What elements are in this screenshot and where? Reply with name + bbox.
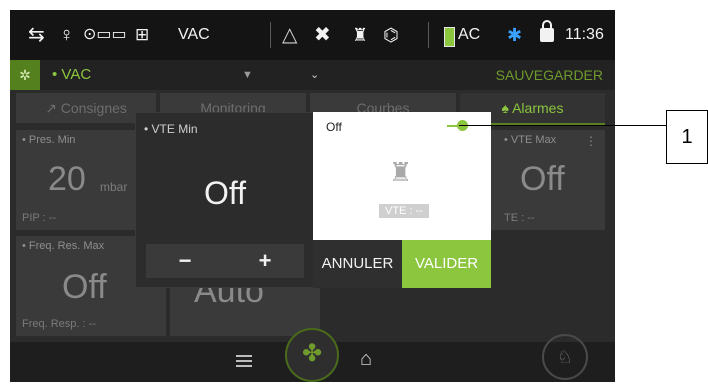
card-label: • Pres. Min (22, 134, 76, 146)
lungs-circuit-icon: ⇆ (28, 24, 45, 46)
card-label-text: VTE Max (510, 134, 557, 146)
unlock-icon[interactable] (540, 20, 554, 42)
status-mode: VAC (178, 26, 210, 43)
robot-icon[interactable]: ♜ (352, 10, 368, 60)
robot-icon: ♜ (389, 157, 413, 187)
more-vert-icon[interactable]: ⋮ (585, 134, 597, 148)
callout-number: 1 (666, 110, 708, 164)
decrement-button[interactable]: − (146, 244, 224, 278)
vte-min-popup: • VTE Min Off − + (135, 112, 315, 288)
mode-selector[interactable]: • VAC (52, 60, 91, 90)
popup-value: Off (203, 175, 247, 211)
card-label: • VTE Max (504, 134, 557, 146)
card-label: • Freq. Res. Max (22, 240, 105, 252)
vte-readout: VTE : -- (379, 204, 429, 218)
alarm-enable-dialog: Off ♜ VTE : -- (313, 112, 491, 240)
home-icon[interactable]: ⌂ (360, 348, 372, 371)
bluetooth-icon[interactable]: ✱ (507, 10, 522, 60)
tools-icon[interactable]: ✖ (314, 10, 331, 60)
status-divider (428, 22, 429, 48)
mode-selector-label: VAC (61, 66, 92, 83)
validate-button[interactable]: VALIDER (402, 240, 491, 288)
status-divider (270, 22, 271, 48)
card-value: Off (62, 268, 107, 306)
circuit-icon: ⊙▭▭ (83, 26, 127, 43)
chevron-down-icon[interactable]: ⌄ (310, 60, 319, 90)
status-bar: ⇆ ♀ ⊙▭▭ ⊞ VAC △ ✖ ♜ ⌬ AC ✱ 11:36 (10, 10, 615, 60)
tab-label: Consignes (60, 100, 127, 116)
toggle-label: Off (326, 120, 342, 134)
patient-icon: ♀ (59, 24, 74, 46)
alarm-bell-icon[interactable]: ♘ (542, 334, 588, 380)
mode-row: ✲ • VAC ▼ ⌄ SAUVEGARDER (10, 60, 615, 90)
tab-label: Alarmes (512, 100, 564, 116)
chevron-down-icon[interactable]: ▼ (242, 60, 253, 90)
humidifier-icon: ⊞ (135, 25, 150, 44)
battery-icon (444, 27, 455, 47)
card-label-text: Freq. Res. Max (28, 240, 105, 252)
card-sub: Freq. Resp. : -- (22, 318, 96, 330)
value-stepper: − + (146, 244, 304, 278)
popup-title: • VTE Min (144, 122, 198, 136)
card-unit: mbar (100, 180, 128, 194)
card-value: Off (520, 160, 565, 198)
clock: 11:36 (565, 26, 604, 43)
fan-icon[interactable]: ✤ (285, 328, 339, 382)
increment-button[interactable]: + (226, 244, 304, 278)
power-source: AC (458, 26, 481, 43)
alarm-triangle-icon[interactable]: △ (282, 10, 297, 60)
card-value: 20 (48, 160, 86, 198)
lungs-icon[interactable]: ⌬ (383, 10, 399, 60)
save-button[interactable]: SAUVEGARDER (496, 60, 603, 90)
ventilator-screen: ⇆ ♀ ⊙▭▭ ⊞ VAC △ ✖ ♜ ⌬ AC ✱ 11:36 ✲ • VAC… (10, 10, 615, 382)
card-label-text: Pres. Min (28, 134, 76, 146)
card-sub: PIP : -- (22, 212, 57, 224)
menu-icon[interactable] (236, 355, 252, 357)
card-sub: TE : -- (504, 212, 535, 224)
settings-gear-icon[interactable]: ✲ (10, 60, 40, 90)
popup-title-text: VTE Min (151, 122, 198, 136)
callout-line (459, 125, 666, 126)
cancel-button[interactable]: ANNULER (313, 240, 402, 288)
